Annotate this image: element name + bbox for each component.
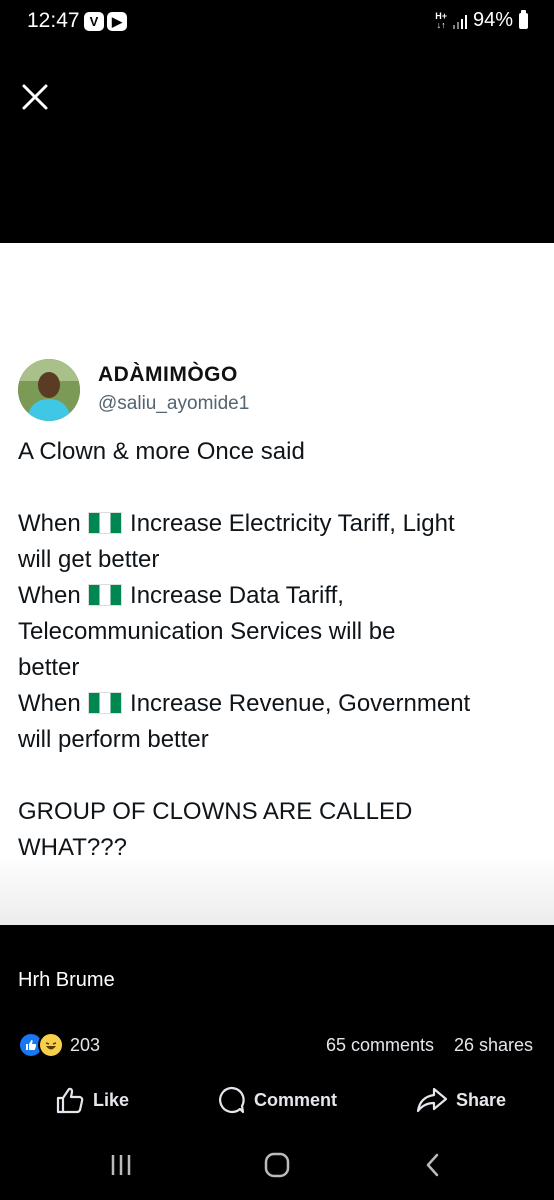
- status-indicators: H+ ↓↑ 94%: [435, 9, 528, 32]
- comment-bubble-icon: [219, 1086, 245, 1114]
- tweet-line: When Increase Data Tariff,: [18, 578, 543, 614]
- tweet-line: When Increase Revenue, Government: [18, 686, 543, 722]
- recent-apps-icon: [111, 1155, 131, 1175]
- tweet-text: A Clown & more Once said When Increase El…: [18, 434, 543, 866]
- app-notification-icon-play: ▶: [107, 12, 127, 31]
- share-arrow-icon: [416, 1087, 448, 1113]
- share-label: Share: [456, 1089, 507, 1110]
- tweet-line-text: When: [18, 690, 88, 717]
- shares-count[interactable]: 26 shares: [454, 1035, 533, 1056]
- home-button[interactable]: [262, 1152, 292, 1178]
- like-button[interactable]: Like: [55, 1084, 129, 1116]
- tweet-line-text: Increase Data Tariff,: [123, 582, 344, 609]
- system-nav-bar: [0, 1140, 554, 1190]
- tweet-line-text: Telecommunication Services will be: [18, 618, 396, 645]
- recent-apps-button[interactable]: [106, 1152, 136, 1178]
- nigeria-flag-icon: [88, 584, 123, 606]
- tweet-line-text: GROUP OF CLOWNS ARE CALLED: [18, 798, 413, 825]
- close-icon: [22, 84, 48, 110]
- tweet-line: Telecommunication Services will be: [18, 614, 543, 650]
- status-bar: 12:47 V ▶ H+ ↓↑ 94%: [0, 0, 554, 44]
- tweet-line-text: will get better: [18, 546, 160, 573]
- signal-strength-icon: [452, 13, 467, 29]
- tweet-line: When Increase Electricity Tariff, Light: [18, 506, 543, 542]
- avatar: [18, 359, 80, 421]
- tweet-line: will get better: [18, 542, 543, 578]
- tweet-line-text: will perform better: [18, 726, 209, 753]
- tweet-line-text: When: [18, 582, 88, 609]
- network-type-icon: H+ ↓↑: [435, 10, 447, 30]
- tweet-line: A Clown & more Once said: [18, 434, 543, 470]
- tweet-line-text: better: [18, 654, 80, 681]
- app-notification-icon-v: V: [84, 12, 104, 31]
- comments-count[interactable]: 65 comments: [326, 1035, 434, 1056]
- back-icon: [426, 1153, 439, 1177]
- home-icon: [264, 1152, 290, 1178]
- tweet-line-text: A Clown & more Once said: [18, 438, 305, 465]
- nigeria-flag-icon: [88, 692, 123, 714]
- haha-reaction-icon: [38, 1032, 64, 1058]
- battery-icon: [519, 9, 528, 29]
- tweet-line: GROUP OF CLOWNS ARE CALLED: [18, 794, 543, 830]
- thumbs-up-icon: [56, 1087, 84, 1114]
- nigeria-flag-icon: [88, 512, 123, 534]
- author-handle: @saliu_ayomide1: [98, 393, 250, 414]
- share-button[interactable]: Share: [416, 1084, 506, 1116]
- tweet-line-text: Increase Electricity Tariff, Light: [123, 510, 455, 537]
- tweet-line: [18, 470, 543, 506]
- battery-percent: 94%: [472, 9, 513, 31]
- tweet-line: better: [18, 650, 543, 686]
- status-time: 12:47: [27, 9, 80, 32]
- poster-name[interactable]: Hrh Brume: [18, 969, 115, 992]
- tweet-line: [18, 758, 543, 794]
- network-type-label: H+: [435, 10, 447, 21]
- comment-button[interactable]: Comment: [216, 1084, 337, 1116]
- reaction-count: 203: [70, 1034, 101, 1055]
- comment-label: Comment: [254, 1089, 338, 1110]
- tweet-line: will perform better: [18, 722, 543, 758]
- author-name: ADÀMIMÒGO: [98, 363, 238, 386]
- back-button[interactable]: [418, 1152, 448, 1178]
- post-image[interactable]: ADÀMIMÒGO @saliu_ayomide1 A Clown & more…: [0, 243, 554, 925]
- reactions-summary[interactable]: 203: [18, 1032, 100, 1058]
- tweet-line-text: When: [18, 510, 88, 537]
- close-button[interactable]: [20, 82, 50, 112]
- tweet-line-text: Increase Revenue, Government: [123, 690, 471, 717]
- like-label: Like: [93, 1089, 130, 1110]
